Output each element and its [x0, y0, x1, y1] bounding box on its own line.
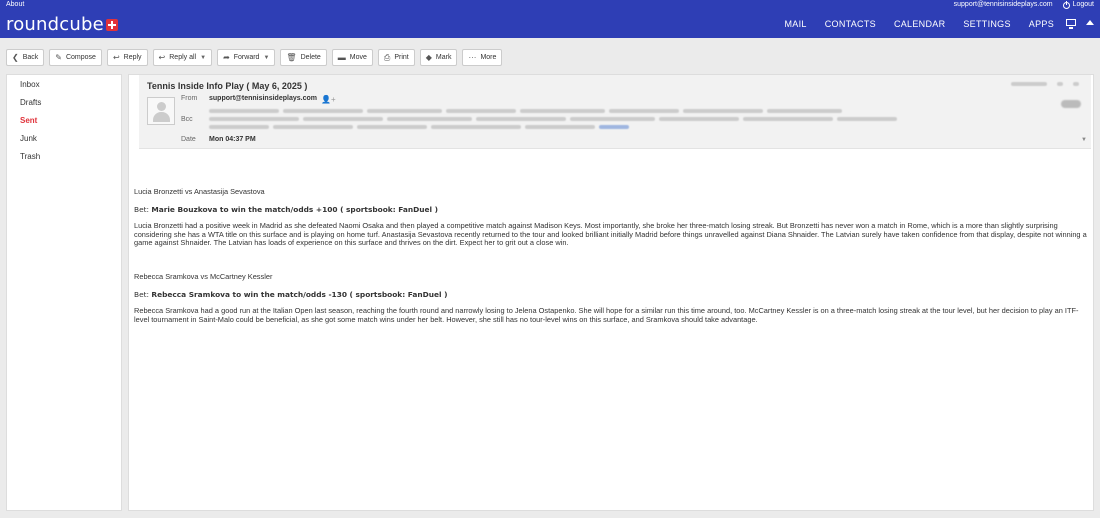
chevron-down-icon[interactable]: ▼	[200, 55, 206, 61]
folder-inbox[interactable]: Inbox	[7, 76, 121, 94]
logo-text: roundcube	[6, 14, 104, 35]
bcc-blurred-row	[209, 116, 901, 122]
chevron-down-icon[interactable]: ▼	[263, 55, 269, 61]
date-label: Date	[181, 136, 196, 143]
move-button[interactable]: ▬ Move	[331, 49, 373, 66]
nav-calendar[interactable]: CALENDAR	[894, 19, 945, 29]
trash-icon: 🗑	[286, 52, 297, 62]
reply-icon: ↩	[112, 52, 120, 62]
message-subject: Tennis Inside Info Play ( May 6, 2025 )	[147, 81, 308, 91]
roundcube-logo[interactable]: roundcube	[6, 14, 118, 35]
pencil-icon: ✎	[55, 52, 62, 62]
bcc-blurred-row	[209, 124, 633, 130]
bet-label: Bet:	[134, 289, 150, 299]
blurred-badge	[1061, 100, 1081, 108]
collapse-icon[interactable]	[1086, 20, 1094, 25]
top-strip: About support@tennisinsideplays.com Logo…	[0, 0, 1100, 10]
message-toolbar: ❮ Back ✎ Compose ↩ Reply ↩ Reply all ▼ ➦…	[6, 49, 503, 66]
bcc-blurred-row	[209, 108, 846, 114]
print-button[interactable]: ⎙ Print	[377, 49, 415, 66]
from-address[interactable]: support@tennisinsideplays.com	[209, 95, 317, 102]
forward-icon: ➦	[223, 52, 230, 62]
message-header: Tennis Inside Info Play ( May 6, 2025 ) …	[139, 75, 1091, 149]
nav-contacts[interactable]: CONTACTS	[825, 19, 876, 29]
nav-settings[interactable]: SETTINGS	[963, 19, 1010, 29]
user-area: support@tennisinsideplays.com Logout	[954, 0, 1094, 10]
blurred-icon[interactable]	[1057, 82, 1063, 86]
back-button[interactable]: ❮ Back	[6, 49, 45, 66]
reply-all-icon: ↩	[158, 52, 166, 62]
ellipsis-icon: ···	[468, 52, 477, 62]
match1-title: Lucia Bronzetti vs Anastasija Sevastova	[134, 187, 265, 196]
delete-button[interactable]: 🗑 Delete	[280, 49, 327, 66]
avatar	[147, 97, 175, 125]
add-contact-icon[interactable]: 👤+	[321, 95, 336, 104]
bet-text: Marie Bouzkova to win the match/odds +10…	[151, 204, 439, 214]
move-label: Move	[349, 54, 367, 61]
compose-label: Compose	[65, 54, 96, 61]
header-icons	[1066, 19, 1094, 29]
message-panel: Tennis Inside Info Play ( May 6, 2025 ) …	[128, 74, 1094, 511]
main-nav: MAIL CONTACTS CALENDAR SETTINGS APPS	[785, 10, 1055, 38]
printer-icon: ⎙	[383, 52, 391, 62]
forward-button[interactable]: ➦ Forward ▼	[217, 49, 276, 66]
folder-drafts[interactable]: Drafts	[7, 94, 121, 112]
delete-label: Delete	[300, 54, 321, 61]
match1-bet: Bet: Marie Bouzkova to win the match/odd…	[134, 204, 1089, 215]
blurred-date	[1011, 82, 1047, 86]
back-arrow-icon: ❮	[12, 52, 19, 62]
logout-label: Logout	[1072, 1, 1094, 8]
match2-text: Rebecca Sramkova had a good run at the I…	[134, 306, 1079, 324]
mark-label: Mark	[435, 54, 452, 61]
back-label: Back	[22, 54, 39, 61]
power-icon	[1062, 0, 1070, 9]
match2-bet: Bet: Rebecca Sramkova to win the match/o…	[134, 289, 1089, 300]
monitor-icon[interactable]	[1066, 19, 1076, 29]
mark-button[interactable]: ◆ Mark	[419, 49, 458, 66]
folder-sent[interactable]: Sent	[7, 112, 121, 130]
app-header: roundcube MAIL CONTACTS CALENDAR SETTING…	[0, 10, 1100, 38]
folder-junk[interactable]: Junk	[7, 130, 121, 148]
more-button[interactable]: ··· More	[462, 49, 503, 66]
tag-icon: ◆	[425, 52, 432, 62]
header-meta	[1011, 82, 1083, 86]
nav-apps[interactable]: APPS	[1029, 19, 1054, 29]
forward-label: Forward	[233, 54, 260, 61]
blurred-icon[interactable]	[1073, 82, 1079, 86]
match1-text: Lucia Bronzetti had a positive week in M…	[134, 221, 1087, 248]
folder-trash[interactable]: Trash	[7, 148, 121, 166]
message-body: Lucia Bronzetti vs Anastasija Sevastova …	[134, 187, 1089, 324]
plus-icon	[105, 18, 118, 31]
user-email: support@tennisinsideplays.com	[953, 1, 1053, 8]
reply-button[interactable]: ↩ Reply	[106, 49, 148, 66]
bet-label: Bet:	[134, 204, 150, 214]
more-label: More	[480, 54, 497, 61]
logout-button[interactable]: Logout	[1062, 0, 1094, 10]
print-label: Print	[394, 54, 409, 61]
match2-title: Rebecca Sramkova vs McCartney Kessler	[134, 271, 273, 281]
folder-list: Inbox Drafts Sent Junk Trash	[6, 74, 122, 511]
reply-all-label: Reply all	[169, 54, 197, 61]
folder-icon: ▬	[337, 52, 346, 62]
compose-button[interactable]: ✎ Compose	[49, 49, 102, 66]
about-link[interactable]: About	[6, 0, 24, 10]
expand-header-icon[interactable]: ▼	[1081, 137, 1087, 143]
reply-all-button[interactable]: ↩ Reply all ▼	[152, 49, 213, 66]
bet-text: Rebecca Sramkova to win the match/odds -…	[151, 289, 448, 299]
message-date: Mon 04:37 PM	[209, 136, 256, 143]
nav-mail[interactable]: MAIL	[785, 19, 807, 29]
from-label: From	[181, 95, 198, 102]
bcc-label: Bcc	[181, 116, 193, 123]
reply-label: Reply	[123, 54, 142, 61]
